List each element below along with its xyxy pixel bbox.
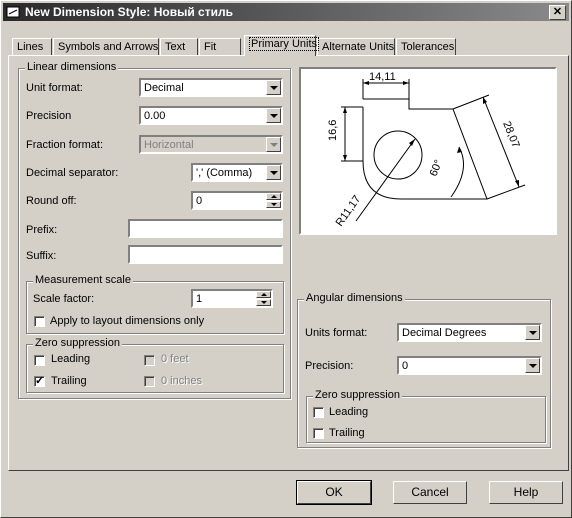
tab-fit[interactable]: Fit (199, 38, 241, 55)
preview-dim-left: 16,6 (327, 120, 339, 141)
input-value: 0 (196, 195, 203, 207)
tab-label: Alternate Units (322, 41, 395, 53)
title-bar[interactable]: New Dimension Style: Новый стиль ✕ (3, 3, 569, 21)
zero-inches-checkbox (144, 376, 155, 387)
unit-format-select[interactable]: Decimal (139, 78, 283, 97)
help-button[interactable]: Help (489, 481, 563, 504)
angular-units-format-select[interactable]: Decimal Degrees (397, 323, 542, 342)
preview-dim-right: 28,07 (500, 120, 521, 150)
chevron-down-icon[interactable] (266, 108, 281, 123)
fraction-format-label: Fraction format: (26, 139, 104, 151)
preview-drawing: 14,11 16,6 28,07 60° R11,17 (327, 71, 526, 229)
tab-tolerances[interactable]: Tolerances (396, 38, 456, 55)
scale-factor-label: Scale factor: (33, 293, 95, 305)
preview-dim-radius: R11,17 (334, 193, 364, 228)
preview-dim-angle: 60° (428, 158, 445, 178)
tab-label: Lines (17, 41, 44, 53)
precision-label: Precision (26, 110, 72, 122)
decimal-separator-select[interactable]: ',' (Comma) (191, 163, 283, 182)
group-title: Linear dimensions (25, 61, 119, 73)
group-title: Measurement scale (33, 274, 133, 286)
angular-precision-select[interactable]: 0 (397, 356, 542, 375)
spin-up-icon[interactable] (266, 193, 281, 200)
prefix-label: Prefix: (26, 224, 58, 236)
tab-primary-units[interactable]: Primary Units (244, 35, 320, 56)
spin-down-icon[interactable] (256, 299, 271, 306)
cancel-button[interactable]: Cancel (393, 481, 467, 504)
tab-alternate-units[interactable]: Alternate Units (317, 38, 395, 55)
close-button[interactable]: ✕ (549, 5, 566, 20)
zero-feet-label: 0 feet (161, 353, 189, 365)
angular-leading-checkbox[interactable] (313, 407, 324, 418)
tab-symbols-and-arrows[interactable]: Symbols and Arrows (53, 38, 159, 55)
group-title: Zero suppression (33, 337, 122, 349)
app-icon (6, 6, 20, 18)
tab-label: Symbols and Arrows (58, 41, 159, 53)
select-value: ',' (Comma) (196, 167, 253, 179)
tab-label: Tolerances (401, 41, 455, 53)
chevron-down-icon[interactable] (525, 325, 540, 340)
round-off-spinner[interactable] (266, 193, 281, 208)
preview-dim-top: 14,11 (369, 71, 396, 83)
zero-feet-checkbox (144, 355, 155, 366)
tab-label: Text (165, 41, 186, 53)
suffix-input[interactable] (128, 245, 283, 264)
select-value: 0.00 (144, 110, 166, 122)
zero-inches-label: 0 inches (161, 375, 202, 387)
leading-checkbox[interactable] (34, 355, 45, 366)
trailing-label[interactable]: Trailing (51, 375, 87, 387)
ok-button[interactable]: OK (296, 480, 372, 505)
angular-precision-label: Precision: (305, 360, 354, 372)
round-off-input[interactable]: 0 (191, 191, 283, 210)
group-title: Zero suppression (313, 389, 402, 401)
select-value: Horizontal (144, 139, 194, 151)
chevron-down-icon[interactable] (525, 358, 540, 373)
spin-down-icon[interactable] (266, 201, 281, 208)
input-value: 1 (196, 293, 203, 305)
decimal-separator-label: Decimal separator: (26, 167, 119, 179)
tab-lines[interactable]: Lines (12, 38, 52, 55)
tab-label: Primary Units (249, 37, 320, 51)
suffix-label: Suffix: (26, 250, 57, 262)
select-value: Decimal Degrees (402, 327, 487, 339)
chevron-down-icon[interactable] (266, 80, 281, 95)
scale-factor-input[interactable]: 1 (191, 289, 273, 308)
units-format-label: Units format: (305, 327, 368, 339)
spin-up-icon[interactable] (256, 291, 271, 298)
fraction-format-select: Horizontal (139, 135, 283, 154)
unit-format-label: Unit format: (26, 82, 83, 94)
angular-trailing-checkbox[interactable] (313, 428, 324, 439)
trailing-checkbox[interactable]: ✓ (34, 375, 45, 387)
precision-select[interactable]: 0.00 (139, 106, 283, 125)
select-value: Decimal (144, 82, 184, 94)
close-icon: ✕ (552, 6, 563, 18)
select-value: 0 (402, 360, 409, 372)
round-off-label: Round off: (26, 195, 77, 207)
apply-layout-label[interactable]: Apply to layout dimensions only (50, 315, 204, 327)
angular-trailing-label[interactable]: Trailing (329, 427, 365, 439)
apply-layout-checkbox[interactable] (34, 316, 45, 327)
dimension-preview: 14,11 16,6 28,07 60° R11,17 (299, 67, 557, 235)
leading-label[interactable]: Leading (51, 353, 90, 365)
prefix-input[interactable] (128, 219, 283, 238)
tab-label: Fit (204, 41, 217, 53)
tab-text[interactable]: Text (160, 38, 198, 55)
chevron-down-icon[interactable] (266, 165, 281, 180)
group-title: Angular dimensions (304, 292, 405, 304)
angular-leading-label[interactable]: Leading (329, 406, 368, 418)
scale-factor-spinner[interactable] (256, 291, 271, 306)
check-mark-icon: ✓ (35, 375, 45, 387)
window-title: New Dimension Style: Новый стиль (25, 5, 233, 19)
chevron-down-icon (266, 137, 281, 152)
dimension-style-dialog: New Dimension Style: Новый стиль ✕ Lines… (0, 0, 572, 518)
